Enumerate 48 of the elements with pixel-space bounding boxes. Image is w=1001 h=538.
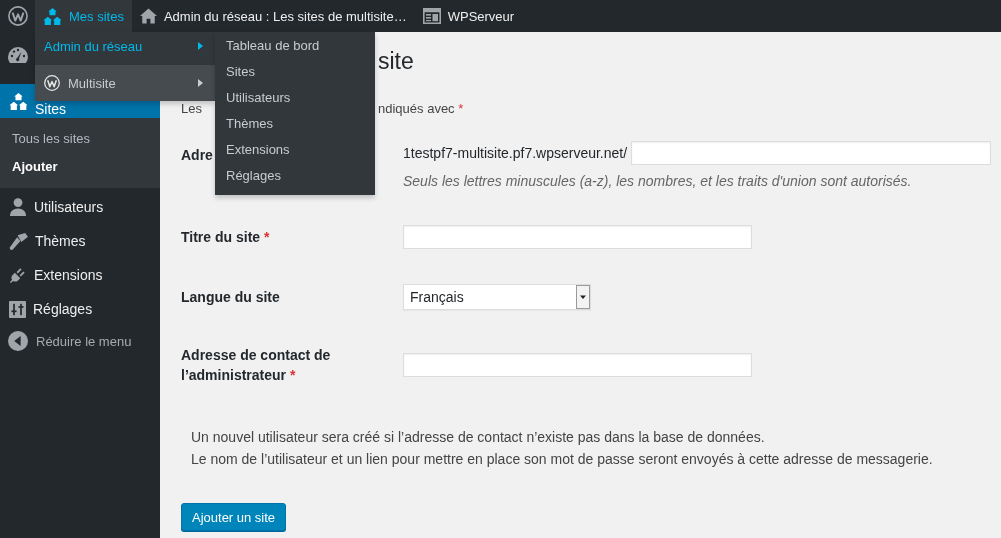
field-label: Adre	[181, 146, 213, 164]
houses-icon	[43, 7, 62, 25]
menu-item[interactable]: Réglages	[215, 163, 375, 189]
field-label: Titre du site *	[181, 228, 270, 247]
home-icon	[139, 8, 157, 24]
table-icon	[422, 8, 441, 24]
paintbrush-icon	[9, 232, 28, 250]
submenu-item[interactable]: Ajouter	[0, 153, 160, 181]
url-prefix-text: 1testpf7-multisite.pf7.wpserveur.net/	[403, 145, 628, 161]
sliders-icon	[9, 300, 26, 318]
note-text: ndiqués avec *	[378, 100, 464, 118]
menu-item[interactable]: Utilisateurs	[215, 85, 375, 111]
user-icon	[9, 198, 27, 216]
menu-item[interactable]: Thèmes	[215, 111, 375, 137]
menu-item[interactable]: Réglages	[0, 292, 160, 326]
input-field[interactable]	[403, 353, 752, 377]
wp-logo-icon[interactable]	[7, 6, 28, 26]
menu-item[interactable]: Sites	[215, 59, 375, 85]
admin-bar-item[interactable]: WPServeur	[414, 0, 523, 32]
menu-item[interactable]: Extensions	[215, 137, 375, 163]
submit-button[interactable]: Ajouter un site	[181, 503, 287, 531]
menu-item[interactable]: Tableau de bord	[215, 33, 375, 59]
field-description: Seuls les lettres minuscules (a-z), les nombres, et les traits d'union sont autorisés.	[403, 172, 912, 190]
select-field[interactable]: Français	[403, 284, 591, 310]
notice-text: Un nouvel utilisateur sera créé si l’adresse de contact n’existe pas dans la base de données.	[191, 428, 765, 447]
plug-icon	[9, 266, 27, 284]
menu-item[interactable]: Thèmes	[0, 224, 160, 258]
menu-item[interactable]: Multisite	[35, 65, 215, 101]
submenu-item[interactable]: Tous les sites	[0, 125, 160, 153]
input-field[interactable]	[403, 225, 752, 249]
caret-right-icon	[198, 42, 203, 50]
admin-bar-item[interactable]: Mes sites	[35, 0, 132, 32]
caret-right-icon	[198, 79, 203, 87]
houses-icon	[9, 92, 28, 110]
menu-item[interactable]: Admin du réseau	[35, 33, 215, 59]
gauge-icon[interactable]	[8, 47, 28, 63]
menu-item[interactable]: Utilisateurs	[0, 190, 160, 224]
notice-text: Le nom de l’utilisateur et un lien pour mettre en place son mot de passe seront envoyés à cette adresse de messagerie.	[191, 450, 933, 469]
input-field[interactable]	[631, 141, 991, 165]
collapse-icon	[8, 331, 28, 351]
admin-bar-item[interactable]: Admin du réseau : Les sites de multisite…	[131, 0, 415, 32]
field-label: Adresse de contact de l’administrateur *	[181, 346, 332, 385]
wp-logo-icon	[44, 75, 60, 91]
collapse-menu-button[interactable]: Réduire le menu	[0, 326, 132, 356]
menu-item[interactable]: Extensions	[0, 258, 160, 292]
field-label: Langue du site	[181, 288, 280, 307]
page-title: site	[378, 47, 414, 76]
note-text: Les	[181, 100, 202, 118]
